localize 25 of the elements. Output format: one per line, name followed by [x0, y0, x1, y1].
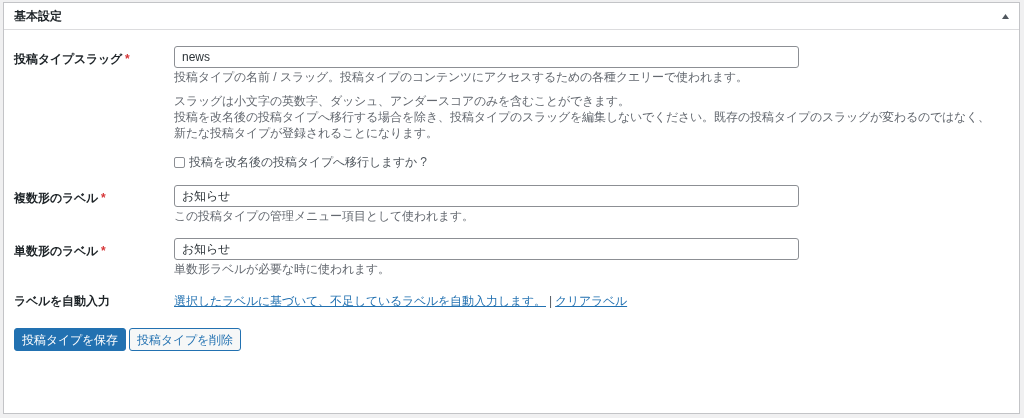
field-label: 複数形のラベル	[14, 191, 98, 205]
checkbox-label[interactable]: 投稿を改名後の投稿タイプへ移行しますか ?	[189, 153, 427, 171]
panel-title: 基本設定	[14, 8, 62, 25]
link[interactable]: クリアラベル	[555, 292, 628, 310]
separator: |	[549, 293, 553, 310]
required-mark: *	[125, 52, 130, 66]
field-description: 投稿タイプの名前 / スラッグ。投稿タイプのコンテンツにアクセスするための各種クエリーで使われます。	[174, 70, 749, 85]
field-description: 単数形ラベルが必要な時に使われます。	[174, 262, 391, 277]
collapse-toggle[interactable]	[1002, 13, 1009, 19]
save-button[interactable]: 投稿タイプを保存	[14, 328, 126, 351]
checkbox[interactable]	[174, 156, 185, 168]
field-description: この投稿タイプの管理メニュー項目として使われます。	[174, 209, 475, 224]
text-input[interactable]: お知らせ	[174, 238, 799, 260]
help-text: 投稿を改名後の投稿タイプへ移行する場合を除き、投稿タイプのスラッグを編集しないでください。既存の投稿タイプのスラッグが変わるのではなく、新たな投稿タイプが登録されることになります。	[174, 109, 991, 141]
delete-button[interactable]: 投稿タイプを削除	[129, 328, 241, 351]
required-mark: *	[101, 244, 106, 258]
triangle-up-icon	[1002, 13, 1009, 19]
text-input[interactable]: お知らせ	[174, 185, 799, 207]
link[interactable]: 選択したラベルに基づいて、不足しているラベルを自動入力します。	[174, 292, 546, 310]
field-label: ラベルを自動入力	[14, 294, 110, 308]
required-mark: *	[101, 191, 106, 205]
field-label: 投稿タイプスラッグ	[14, 52, 122, 66]
help-text: スラッグは小文字の英数字、ダッシュ、アンダースコアのみを含むことができます。	[174, 93, 631, 109]
field-label: 単数形のラベル	[14, 244, 98, 258]
text-input[interactable]: news	[174, 46, 799, 68]
